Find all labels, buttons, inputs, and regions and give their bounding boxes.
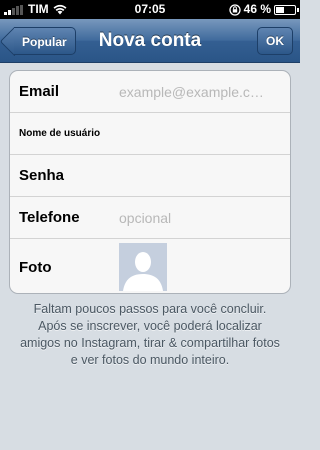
email-row[interactable]: Email example@example.c…	[10, 71, 290, 113]
password-field[interactable]	[119, 155, 282, 196]
phone-field[interactable]: opcional	[119, 197, 282, 238]
email-placeholder: example@example.c…	[119, 83, 264, 100]
lock-rotation-icon	[228, 3, 241, 16]
phone-row[interactable]: Telefone opcional	[10, 197, 290, 239]
signup-form: Email example@example.c… Nome de usuário…	[9, 70, 291, 294]
battery-percent: 46 %	[243, 2, 271, 16]
username-row[interactable]: Nome de usuário	[10, 113, 290, 155]
photo-row[interactable]: Foto	[10, 239, 290, 293]
email-field[interactable]: example@example.c…	[119, 71, 282, 112]
nav-bar: Popular Nova conta OK	[0, 19, 300, 63]
photo-label: Foto	[19, 258, 52, 276]
status-bar: TIM 07:05 46 %	[0, 0, 300, 19]
avatar-placeholder-icon[interactable]	[119, 243, 167, 291]
back-button[interactable]: Popular	[14, 27, 76, 55]
status-bar-right: 46 %	[228, 0, 299, 19]
username-field[interactable]	[119, 113, 282, 154]
phone-placeholder: opcional	[119, 209, 172, 226]
phone-label: Telefone	[19, 209, 80, 226]
battery-icon	[274, 4, 299, 15]
password-label: Senha	[19, 167, 65, 184]
ok-button[interactable]: OK	[257, 27, 293, 55]
username-label: Nome de usuário	[19, 128, 101, 139]
info-text: Faltam poucos passos para você concluir.…	[20, 302, 280, 367]
email-label: Email	[19, 83, 60, 100]
password-row[interactable]: Senha	[10, 155, 290, 197]
person-silhouette-icon	[119, 243, 167, 291]
battery-fill	[276, 6, 284, 13]
